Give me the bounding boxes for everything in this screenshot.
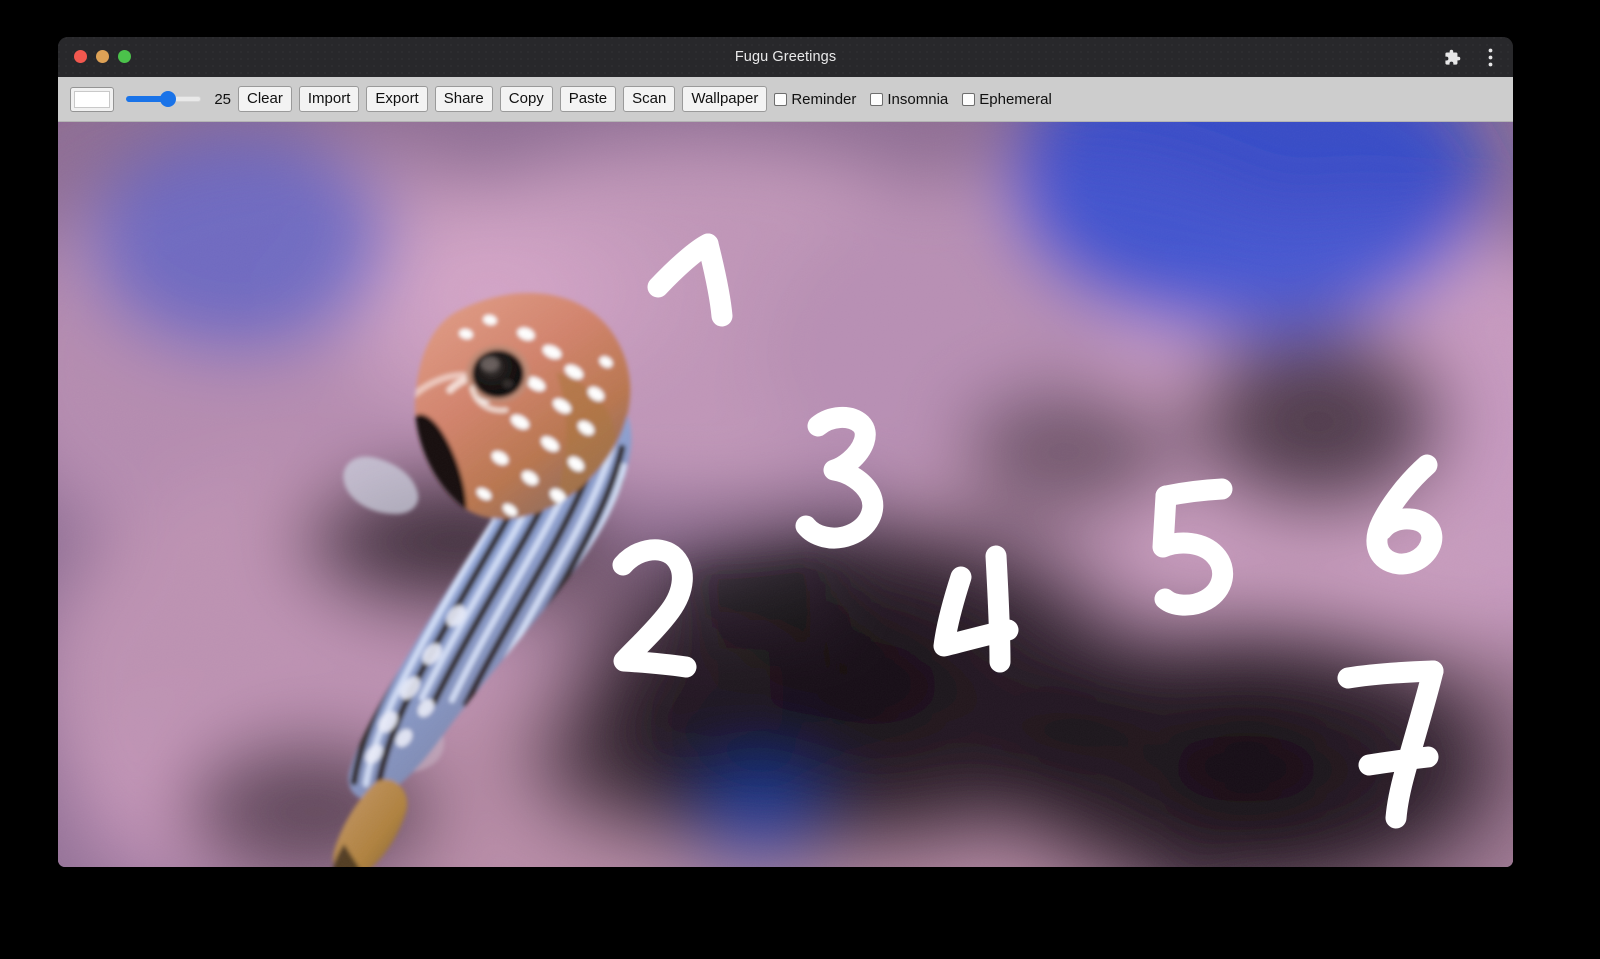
maximize-button[interactable] xyxy=(118,50,131,63)
window-titlebar[interactable]: Fugu Greetings xyxy=(58,37,1513,77)
digit-7 xyxy=(1337,660,1444,829)
close-button[interactable] xyxy=(74,50,87,63)
insomnia-checkbox-box[interactable] xyxy=(870,92,884,106)
screen: Fugu Greetings 25 Clear Import Export Sh… xyxy=(0,0,1600,959)
insomnia-checkbox[interactable]: Insomnia xyxy=(870,91,958,108)
scan-button[interactable]: Scan xyxy=(623,86,676,112)
paste-button[interactable]: Paste xyxy=(559,86,617,112)
clear-button[interactable]: Clear xyxy=(238,86,292,112)
digit-2 xyxy=(612,539,697,678)
handwritten-digits-layer xyxy=(58,122,1513,867)
digit-1 xyxy=(647,233,733,327)
reminder-checkbox-label: Reminder xyxy=(791,90,857,108)
slider-thumb[interactable] xyxy=(159,91,176,107)
ephemeral-checkbox[interactable]: Ephemeral xyxy=(962,91,1062,108)
insomnia-checkbox-label: Insomnia xyxy=(887,90,949,108)
share-button[interactable]: Share xyxy=(434,86,493,112)
reminder-checkbox[interactable]: Reminder xyxy=(774,91,866,108)
extensions-puzzle-icon[interactable] xyxy=(1441,46,1463,68)
export-button[interactable]: Export xyxy=(366,86,428,112)
titlebar-actions xyxy=(1441,37,1501,77)
copy-button[interactable]: Copy xyxy=(499,86,553,112)
ephemeral-checkbox-box[interactable] xyxy=(962,92,976,106)
drawing-canvas[interactable] xyxy=(58,122,1513,867)
stroke-width-value: 25 xyxy=(214,90,231,108)
digit-7-upper xyxy=(1366,454,1443,575)
color-picker-input[interactable] xyxy=(70,86,114,112)
minimize-button[interactable] xyxy=(96,50,109,63)
import-button[interactable]: Import xyxy=(298,86,360,112)
window-controls xyxy=(74,50,131,63)
app-toolbar: 25 Clear Import Export Share Copy Paste … xyxy=(58,77,1513,122)
digit-3 xyxy=(795,407,884,549)
wallpaper-button[interactable]: Wallpaper xyxy=(682,86,768,112)
stroke-width-slider[interactable] xyxy=(126,91,201,107)
page-title: Fugu Greetings xyxy=(734,49,837,65)
digit-5 xyxy=(1152,478,1234,616)
reminder-checkbox-box[interactable] xyxy=(774,92,788,106)
digit-4 xyxy=(933,545,1019,673)
ephemeral-checkbox-label: Ephemeral xyxy=(979,90,1052,108)
browser-window: Fugu Greetings 25 Clear Import Export Sh… xyxy=(58,37,1513,867)
browser-menu-icon[interactable] xyxy=(1479,46,1501,68)
